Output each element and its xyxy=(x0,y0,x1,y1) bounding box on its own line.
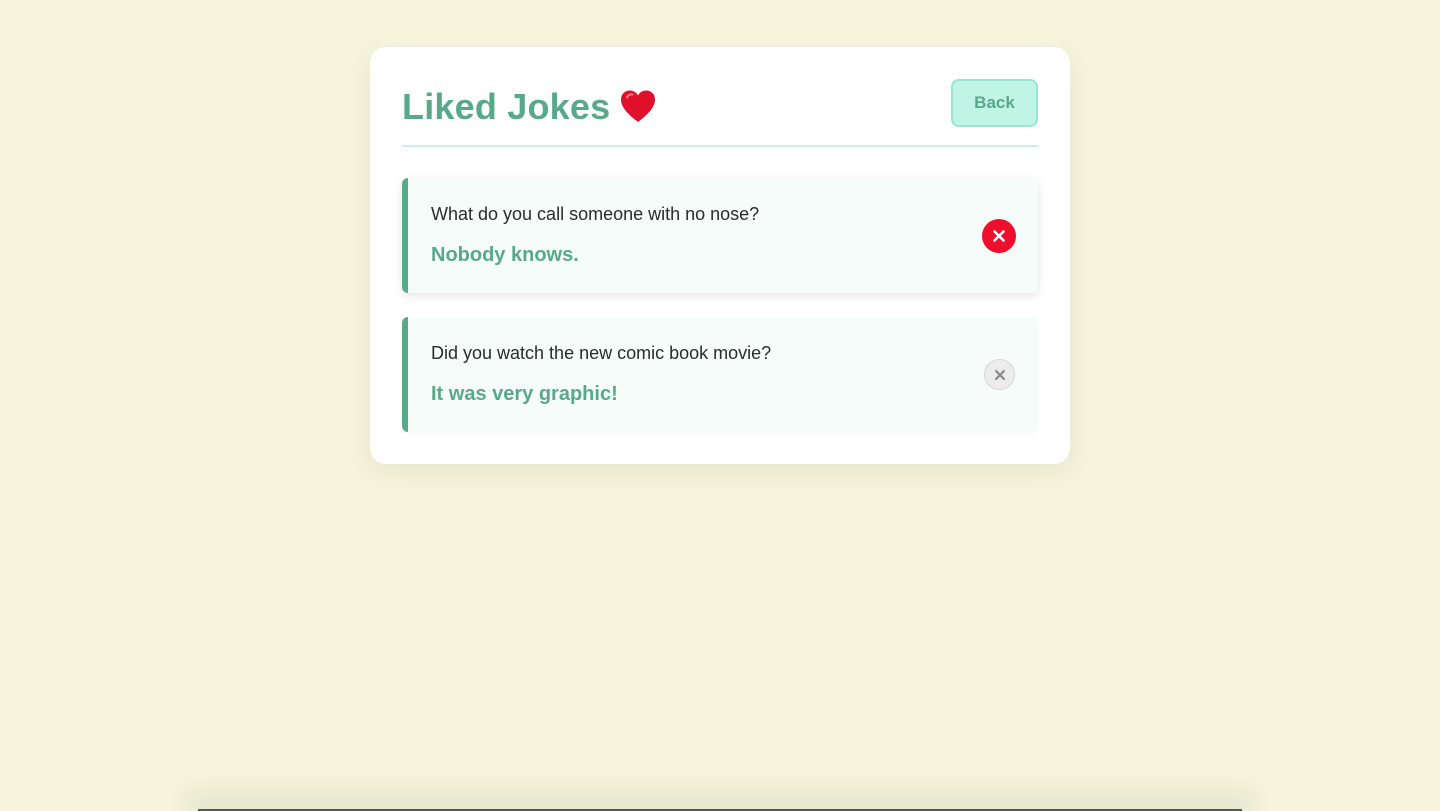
heart-icon xyxy=(621,90,656,122)
joke-punchline: It was very graphic! xyxy=(431,383,618,405)
close-icon xyxy=(994,369,1005,380)
remove-joke-button[interactable] xyxy=(982,219,1016,253)
joke-setup: What do you call someone with no nose? xyxy=(431,204,760,224)
joke-setup: Did you watch the new comic book movie? xyxy=(431,343,772,363)
page-title: Liked Jokes xyxy=(402,83,656,131)
joke-item: What do you call someone with no nose? N… xyxy=(402,178,1038,293)
remove-joke-button[interactable] xyxy=(984,359,1015,390)
back-button[interactable]: Back xyxy=(951,79,1038,127)
card-header: Liked Jokes Back xyxy=(402,79,1038,147)
joke-item: Did you watch the new comic book movie? … xyxy=(402,317,1038,432)
liked-jokes-card: Liked Jokes Back What do you call someon… xyxy=(370,47,1070,464)
close-icon xyxy=(993,230,1005,242)
page-title-text: Liked Jokes xyxy=(402,86,611,127)
joke-punchline: Nobody knows. xyxy=(431,244,579,266)
